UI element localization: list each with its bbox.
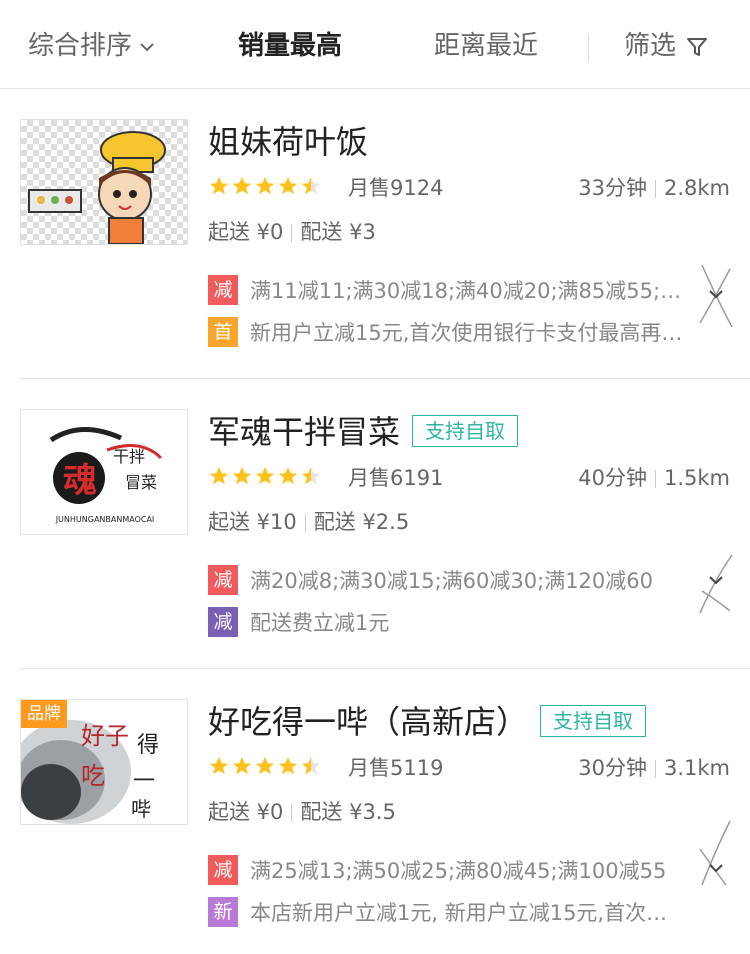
monthly-sales: 月售6191 <box>348 466 444 490</box>
star-icon <box>255 756 275 775</box>
promo-tag: 减 <box>208 855 238 885</box>
shop-logo <box>20 119 188 245</box>
svg-text:魂: 魂 <box>63 461 97 501</box>
expand-chevron-icon[interactable] <box>696 261 736 331</box>
shop-name: 姐妹荷叶饭 <box>208 123 369 161</box>
promo-text: 配送费立减1元 <box>250 611 390 635</box>
shop-card[interactable]: 魂 干拌 冒菜 JUNHUNGANBANMAOCAI 军魂干拌冒菜 支持自取 月售… <box>0 379 750 669</box>
shop-card[interactable]: 好子 吃 得 一 哔 品牌 好吃得一哔（高新店） 支持自取 月售5119 30分钟… <box>0 669 750 954</box>
pickup-badge: 支持自取 <box>412 415 519 447</box>
star-icon <box>209 466 229 485</box>
sort-sales[interactable]: 销量最高 <box>238 26 342 66</box>
sort-bar: 综合排序 销量最高 距离最近 筛选 <box>0 0 750 89</box>
shop-logo: 魂 干拌 冒菜 JUNHUNGANBANMAOCAI <box>20 409 188 535</box>
chef-girl-illustration <box>28 131 166 244</box>
star-rating <box>208 755 323 785</box>
star-icon <box>232 466 252 485</box>
sort-comprehensive-label: 综合排序 <box>28 31 133 61</box>
promo-tag: 减 <box>208 607 238 637</box>
promo-row: 减满25减13;满50减25;满80减45;满100减55 <box>208 855 688 887</box>
delivery-fee: 配送 ¥3 <box>300 220 376 244</box>
delivery-time: 33分钟 <box>578 176 647 200</box>
promo-tag: 减 <box>208 275 238 305</box>
chevron-down-icon <box>140 42 154 51</box>
svg-text:哔: 哔 <box>131 797 151 821</box>
pickup-badge: 支持自取 <box>540 705 647 737</box>
distance: 2.8km <box>663 176 730 200</box>
star-icon <box>278 466 298 485</box>
star-icon <box>209 756 229 775</box>
promo-row: 减满11减11;满30减18;满40减20;满85减55;满120减70 <box>208 275 688 307</box>
monthly-sales: 月售9124 <box>348 176 444 200</box>
min-order: 起送 ¥0 <box>208 800 284 824</box>
min-order: 起送 ¥10 <box>208 510 297 534</box>
star-rating <box>208 175 323 205</box>
svg-text:干拌: 干拌 <box>113 447 145 466</box>
fees: 起送 ¥0 配送 ¥3 <box>208 217 376 247</box>
promo-row: 新本店新用户立减1元, 新用户立减15元,首次使用银行卡支付 <box>208 897 688 929</box>
promo-text: 满25减13;满50减25;满80减45;满100减55 <box>250 859 667 883</box>
svg-text:吃: 吃 <box>81 762 105 790</box>
time-distance: 33分钟 2.8km <box>578 173 730 203</box>
svg-text:一: 一 <box>133 769 155 794</box>
promo-tag: 新 <box>208 897 238 927</box>
svg-text:得: 得 <box>137 733 159 758</box>
star-icon <box>278 756 298 775</box>
promo-text: 满20减8;满30减15;满60减30;满120减60 <box>250 569 653 593</box>
promo-tag: 减 <box>208 565 238 595</box>
filter-label: 筛选 <box>624 31 677 61</box>
star-icon <box>232 756 252 775</box>
filter-icon <box>687 37 708 56</box>
delivery-time: 30分钟 <box>578 756 647 780</box>
shop-name-text: 军魂干拌冒菜 <box>208 413 401 451</box>
star-icon <box>232 176 252 195</box>
promo-text: 满11减11;满30减18;满40减20;满85减55;满120减70 <box>250 279 686 303</box>
min-order: 起送 ¥0 <box>208 220 284 244</box>
star-rating <box>208 465 323 495</box>
star-icon <box>255 466 275 485</box>
shop-card[interactable]: 姐妹荷叶饭 月售9124 33分钟 2.8km 起送 ¥0 配送 ¥3 减满11减1… <box>0 89 750 379</box>
promo-tag: 首 <box>208 317 238 347</box>
shop-logo: 好子 吃 得 一 哔 品牌 <box>20 699 188 825</box>
promo-row: 首新用户立减15元,首次使用银行卡支付最高再减3元 <box>208 317 688 349</box>
fees: 起送 ¥0 配送 ¥3.5 <box>208 797 396 827</box>
promo-text: 新用户立减15元,首次使用银行卡支付最高再减3元 <box>250 321 686 345</box>
delivery-fee: 配送 ¥2.5 <box>313 510 410 534</box>
expand-chevron-icon[interactable] <box>696 819 736 889</box>
svg-text:冒菜: 冒菜 <box>125 473 157 492</box>
sort-distance[interactable]: 距离最近 <box>434 26 538 66</box>
shop-name: 军魂干拌冒菜 支持自取 <box>208 409 519 455</box>
svg-text:好子: 好子 <box>81 722 129 750</box>
promo-row: 减配送费立减1元 <box>208 607 688 639</box>
fees: 起送 ¥10 配送 ¥2.5 <box>208 507 409 537</box>
distance: 3.1km <box>663 756 730 780</box>
star-icon <box>255 176 275 195</box>
promo-text: 本店新用户立减1元, 新用户立减15元,首次使用银行卡支付 <box>250 901 686 925</box>
brand-badge: 品牌 <box>21 700 67 728</box>
monthly-sales: 月售5119 <box>348 756 444 780</box>
expand-chevron-icon[interactable] <box>696 551 736 621</box>
time-distance: 40分钟 1.5km <box>578 463 730 493</box>
distance: 1.5km <box>663 466 730 490</box>
delivery-fee: 配送 ¥3.5 <box>300 800 396 824</box>
half-star-icon <box>301 756 321 775</box>
shop-name-text: 好吃得一哔（高新店） <box>208 703 529 741</box>
logo-caption: JUNHUNGANBANMAOCAI <box>55 515 155 524</box>
delivery-time: 40分钟 <box>578 466 647 490</box>
star-icon <box>278 176 298 195</box>
star-icon <box>209 176 229 195</box>
promo-row: 减满20减8;满30减15;满60减30;满120减60 <box>208 565 688 597</box>
half-star-icon <box>301 466 321 485</box>
shop-name: 好吃得一哔（高新店） 支持自取 <box>208 699 647 745</box>
sort-comprehensive[interactable]: 综合排序 <box>28 26 154 66</box>
filter-button[interactable]: 筛选 <box>624 26 708 66</box>
half-star-icon <box>301 176 321 195</box>
calligraphy-logo: 魂 干拌 冒菜 JUNHUNGANBANMAOCAI <box>49 427 163 524</box>
time-distance: 30分钟 3.1km <box>578 753 730 783</box>
divider <box>588 34 589 62</box>
